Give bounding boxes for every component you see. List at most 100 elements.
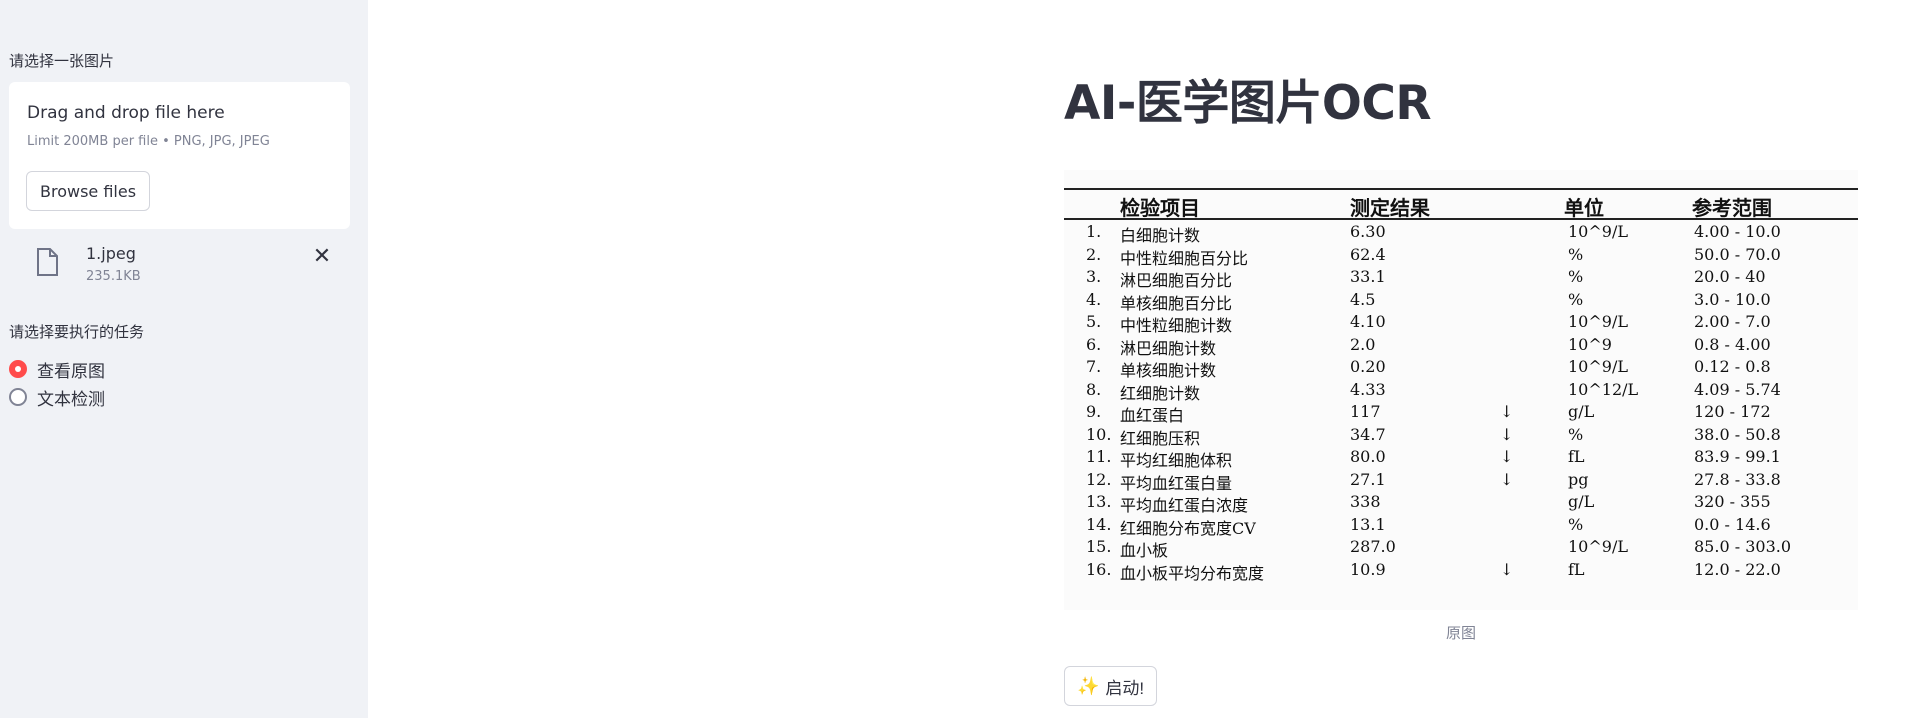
file-name: 1.jpeg: [86, 244, 136, 263]
row-result: 6.30: [1350, 222, 1386, 241]
row-range: 320 - 355: [1694, 492, 1771, 511]
row-number: 3.: [1086, 267, 1102, 286]
row-number: 14.: [1086, 514, 1112, 534]
table-row: 16. 血小板平均分布宽度 10.9 ↓ fL 12.0 - 22.0: [1064, 559, 1858, 583]
row-range: 4.09 - 5.74: [1694, 379, 1781, 399]
table-row: 3. 淋巴细胞百分比 33.1% 20.0 - 40: [1064, 267, 1858, 290]
radio-label: 查看原图: [37, 361, 105, 382]
row-item: 淋巴细胞计数: [1120, 338, 1217, 358]
row-result: 338: [1350, 492, 1381, 511]
table-row: 2. 中性粒细胞百分比 62.4% 50.0 - 70.0: [1064, 244, 1858, 268]
uploaded-file: 1.jpeg 235.1KB ✕: [9, 236, 350, 294]
file-dropzone[interactable]: Drag and drop file here Limit 200MB per …: [9, 82, 350, 229]
row-unit: %: [1568, 244, 1584, 264]
row-flag: ↓: [1500, 402, 1514, 421]
row-item: 白细胞计数: [1120, 226, 1201, 245]
row-unit: 10^9/L: [1568, 222, 1628, 241]
row-range: 4.00 - 10.0: [1694, 222, 1781, 241]
sidebar: 请选择一张图片 Drag and drop file here Limit 20…: [0, 0, 368, 718]
header-unit: 单位: [1564, 196, 1604, 220]
row-range: 85.0 - 303.0: [1694, 537, 1792, 556]
radio-label: 文本检测: [37, 389, 105, 410]
radio-view-original[interactable]: 查看原图: [9, 355, 105, 383]
row-item: 平均红细胞体积: [1120, 451, 1233, 470]
row-number: 13.: [1086, 492, 1112, 511]
row-unit: 10^9/L: [1568, 357, 1628, 376]
row-number: 10.: [1086, 424, 1112, 444]
row-unit: fL: [1568, 447, 1585, 466]
upload-label: 请选择一张图片: [9, 52, 115, 70]
row-number: 11.: [1086, 447, 1112, 466]
row-range: 27.8 - 33.8: [1694, 469, 1781, 489]
row-range: 0.0 - 14.6: [1694, 514, 1771, 534]
browse-files-button[interactable]: Browse files: [26, 171, 151, 211]
row-result: 27.1: [1350, 469, 1386, 489]
table-row: 15. 血小板 287.0 10^9/L 85.0 - 303.0: [1064, 537, 1858, 560]
table-row: 12. 平均血红蛋白量 27.1 ↓ pg 27.8 - 33.8: [1064, 469, 1858, 493]
row-result: 62.4: [1350, 244, 1386, 264]
row-item: 血红蛋白: [1120, 406, 1185, 425]
row-item: 单核细胞计数: [1120, 361, 1217, 380]
close-icon[interactable]: ✕: [310, 244, 334, 269]
row-item: 红细胞压积: [1120, 428, 1201, 448]
page-title: AI-医学图片OCR: [1064, 76, 1432, 131]
row-result: 4.33: [1350, 379, 1386, 399]
row-result: 80.0: [1350, 447, 1386, 466]
row-range: 83.9 - 99.1: [1694, 447, 1781, 466]
row-range: 12.0 - 22.0: [1694, 559, 1781, 579]
row-item: 平均血红蛋白浓度: [1120, 496, 1249, 515]
table-row: 5. 中性粒细胞计数 4.10 10^9/L 2.00 - 7.0: [1064, 312, 1858, 335]
table-row: 10. 红细胞压积 34.7 ↓% 38.0 - 50.8: [1064, 424, 1858, 448]
row-result: 287.0: [1350, 537, 1396, 556]
row-item: 淋巴细胞百分比: [1120, 271, 1233, 290]
file-icon: [37, 248, 58, 276]
lab-report-image: 检验项目 测定结果 单位 参考范围 1. 白细胞计数 6.30 10^9/L 4.00 …: [1064, 170, 1858, 610]
row-item: 中性粒细胞百分比: [1120, 248, 1249, 268]
row-unit: 10^9/L: [1568, 312, 1628, 331]
row-item: 红细胞分布宽度CV: [1120, 518, 1256, 538]
start-button[interactable]: ✨ 启动!: [1064, 666, 1158, 706]
row-unit: 10^12/L: [1568, 379, 1639, 399]
header-item: 检验项目: [1120, 196, 1200, 220]
row-unit: 10^9: [1568, 334, 1612, 354]
row-unit: %: [1568, 289, 1584, 309]
table-row: 11. 平均红细胞体积 80.0 ↓ fL 83.9 - 99.1: [1064, 447, 1858, 470]
dropzone-title: Drag and drop file here: [27, 103, 225, 123]
row-flag: ↓: [1500, 469, 1514, 489]
row-number: 5.: [1086, 312, 1102, 331]
row-flag: ↓: [1500, 447, 1514, 466]
start-button-label: 启动!: [1105, 678, 1145, 698]
row-item: 血小板: [1120, 541, 1169, 560]
row-unit: g/L: [1568, 492, 1595, 511]
row-range: 0.8 - 4.00: [1694, 334, 1771, 354]
row-number: 8.: [1086, 379, 1102, 399]
row-range: 3.0 - 10.0: [1694, 289, 1771, 309]
radio-text-detect[interactable]: 文本检测: [9, 383, 105, 411]
row-number: 4.: [1086, 289, 1102, 309]
row-number: 12.: [1086, 469, 1112, 489]
row-flag: ↓: [1500, 559, 1514, 579]
row-result: 0.20: [1350, 357, 1386, 376]
row-range: 2.00 - 7.0: [1694, 312, 1771, 331]
row-unit: %: [1568, 424, 1584, 444]
row-item: 单核细胞百分比: [1120, 293, 1233, 313]
row-number: 1.: [1086, 222, 1102, 241]
table-row: 6. 淋巴细胞计数 2.0 10^9 0.8 - 4.00: [1064, 334, 1858, 358]
row-result: 117: [1350, 402, 1381, 421]
row-unit: pg: [1568, 469, 1589, 489]
row-range: 120 - 172: [1694, 402, 1771, 421]
table-row: 14. 红细胞分布宽度CV 13.1% 0.0 - 14.6: [1064, 514, 1858, 538]
row-item: 中性粒细胞计数: [1120, 316, 1233, 335]
row-unit: %: [1568, 514, 1584, 534]
dropzone-limit: Limit 200MB per file • PNG, JPG, JPEG: [27, 134, 270, 149]
row-result: 34.7: [1350, 424, 1386, 444]
task-radio-group: 查看原图 文本检测: [9, 355, 105, 411]
doc-rule-top: [1064, 188, 1858, 190]
row-flag: ↓: [1500, 424, 1514, 444]
row-item: 血小板平均分布宽度: [1120, 563, 1265, 583]
row-unit: fL: [1568, 559, 1585, 579]
row-unit: %: [1568, 267, 1584, 286]
radio-checked-icon: [9, 360, 27, 378]
table-row: 4. 单核细胞百分比 4.5% 3.0 - 10.0: [1064, 289, 1858, 313]
row-result: 33.1: [1350, 267, 1386, 286]
